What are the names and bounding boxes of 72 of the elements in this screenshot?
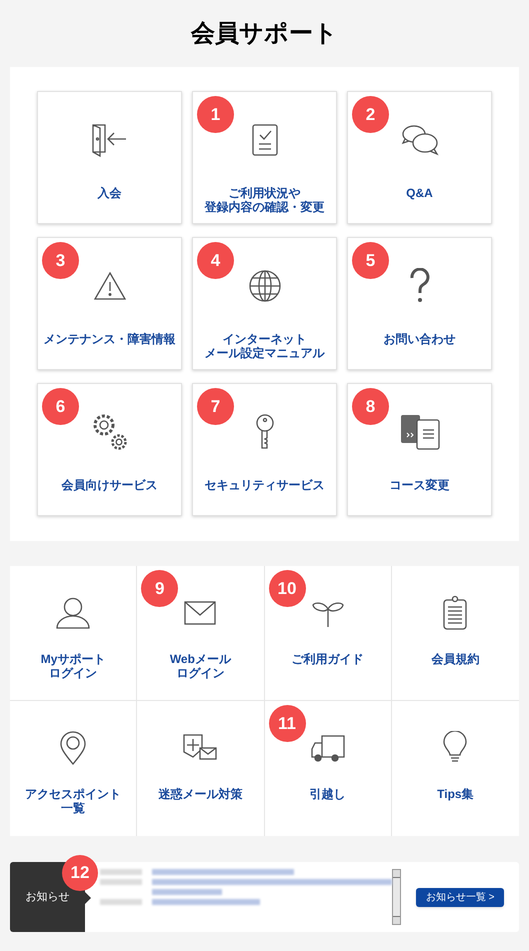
number-badge: 5 bbox=[352, 242, 389, 279]
globe-icon bbox=[248, 269, 282, 303]
key-icon bbox=[254, 414, 274, 450]
menu-card[interactable]: お問い合わせ 5 bbox=[347, 237, 492, 370]
truck-icon bbox=[310, 733, 346, 763]
link-label: アクセスポイント bbox=[25, 787, 122, 801]
gears-icon bbox=[90, 412, 128, 452]
link-label: Tips集 bbox=[437, 787, 474, 801]
number-badge: 10 bbox=[268, 570, 306, 607]
menu-card[interactable]: インターネット メール設定マニュアル 4 bbox=[192, 237, 337, 370]
number-badge: 12 bbox=[62, 855, 98, 891]
menu-card[interactable]: セキュリティサービス 7 bbox=[192, 383, 337, 516]
card-label: ご利用状況や bbox=[228, 186, 300, 200]
link-tile[interactable]: アクセスポイント 一覧 bbox=[10, 701, 138, 836]
card-label: 登録内容の確認・変更 bbox=[204, 200, 324, 214]
number-badge: 1 bbox=[197, 96, 234, 133]
scrollbar[interactable] bbox=[392, 869, 402, 925]
link-label: ログイン bbox=[176, 666, 224, 680]
link-tile[interactable]: 迷惑メール対策 bbox=[137, 701, 264, 836]
page-title: 会員サポート bbox=[190, 19, 339, 49]
number-badge: 11 bbox=[268, 705, 306, 742]
blurred-text bbox=[100, 869, 142, 875]
menu-card[interactable]: メンテナンス・障害情報 3 bbox=[37, 237, 182, 370]
card-label: Q&A bbox=[406, 186, 433, 200]
clipboard-icon bbox=[442, 595, 468, 631]
link-label: 引越し bbox=[310, 787, 346, 801]
number-badge: 6 bbox=[42, 388, 79, 425]
number-badge: 3 bbox=[42, 242, 79, 279]
number-badge: 8 bbox=[352, 388, 389, 425]
number-badge: 2 bbox=[352, 96, 389, 133]
card-label: 会員向けサービス bbox=[62, 478, 158, 492]
menu-card[interactable]: コース変更 8 bbox=[347, 383, 492, 516]
card-label: インターネット bbox=[222, 332, 306, 346]
card-label: 入会 bbox=[98, 186, 122, 200]
card-label: セキュリティサービス bbox=[204, 478, 324, 492]
link-tile[interactable]: Tips集 bbox=[392, 701, 519, 836]
menu-card[interactable]: 会員向けサービス 6 bbox=[37, 383, 182, 516]
link-tile[interactable]: 会員規約 bbox=[392, 566, 519, 701]
map-pin-icon bbox=[59, 730, 88, 766]
documents-icon bbox=[398, 413, 440, 451]
link-tile[interactable]: ご利用ガイド 10 bbox=[264, 566, 392, 701]
checklist-icon bbox=[250, 123, 278, 157]
blurred-text bbox=[152, 889, 222, 895]
number-badge: 7 bbox=[197, 388, 234, 425]
card-label: コース変更 bbox=[390, 478, 450, 492]
chat-bubbles-icon bbox=[400, 123, 440, 157]
number-badge: 4 bbox=[197, 242, 234, 279]
warning-icon bbox=[92, 271, 126, 301]
link-label: ログイン bbox=[49, 666, 98, 680]
link-label: 一覧 bbox=[61, 801, 86, 815]
menu-card[interactable]: Q&A 2 bbox=[347, 91, 492, 224]
blurred-text bbox=[100, 879, 142, 885]
link-tile[interactable]: Webメール ログイン 9 bbox=[137, 566, 264, 701]
number-badge: 9 bbox=[141, 570, 178, 607]
link-tile[interactable]: Myサポート ログイン bbox=[10, 566, 138, 701]
link-label: Myサポート bbox=[40, 652, 106, 666]
question-mark-icon bbox=[408, 268, 432, 304]
news-heading: お知らせ bbox=[25, 890, 70, 905]
link-label: Webメール bbox=[170, 652, 231, 666]
card-label: メール設定マニュアル bbox=[204, 346, 324, 360]
card-label: お問い合わせ bbox=[384, 332, 456, 346]
card-label: メンテナンス・障害情報 bbox=[44, 332, 176, 346]
news-list-button[interactable]: お知らせ一覧 > bbox=[416, 888, 504, 906]
link-label: ご利用ガイド bbox=[292, 652, 364, 666]
blurred-text bbox=[100, 899, 142, 905]
person-icon bbox=[55, 596, 92, 630]
link-label: 迷惑メール対策 bbox=[158, 787, 242, 801]
link-label: 会員規約 bbox=[431, 652, 480, 666]
link-tile[interactable]: 引越し 11 bbox=[264, 701, 392, 836]
envelope-icon bbox=[183, 600, 218, 626]
menu-card[interactable]: ご利用状況や 登録内容の確認・変更 1 bbox=[192, 91, 337, 224]
menu-card[interactable]: 入会 bbox=[37, 91, 182, 224]
